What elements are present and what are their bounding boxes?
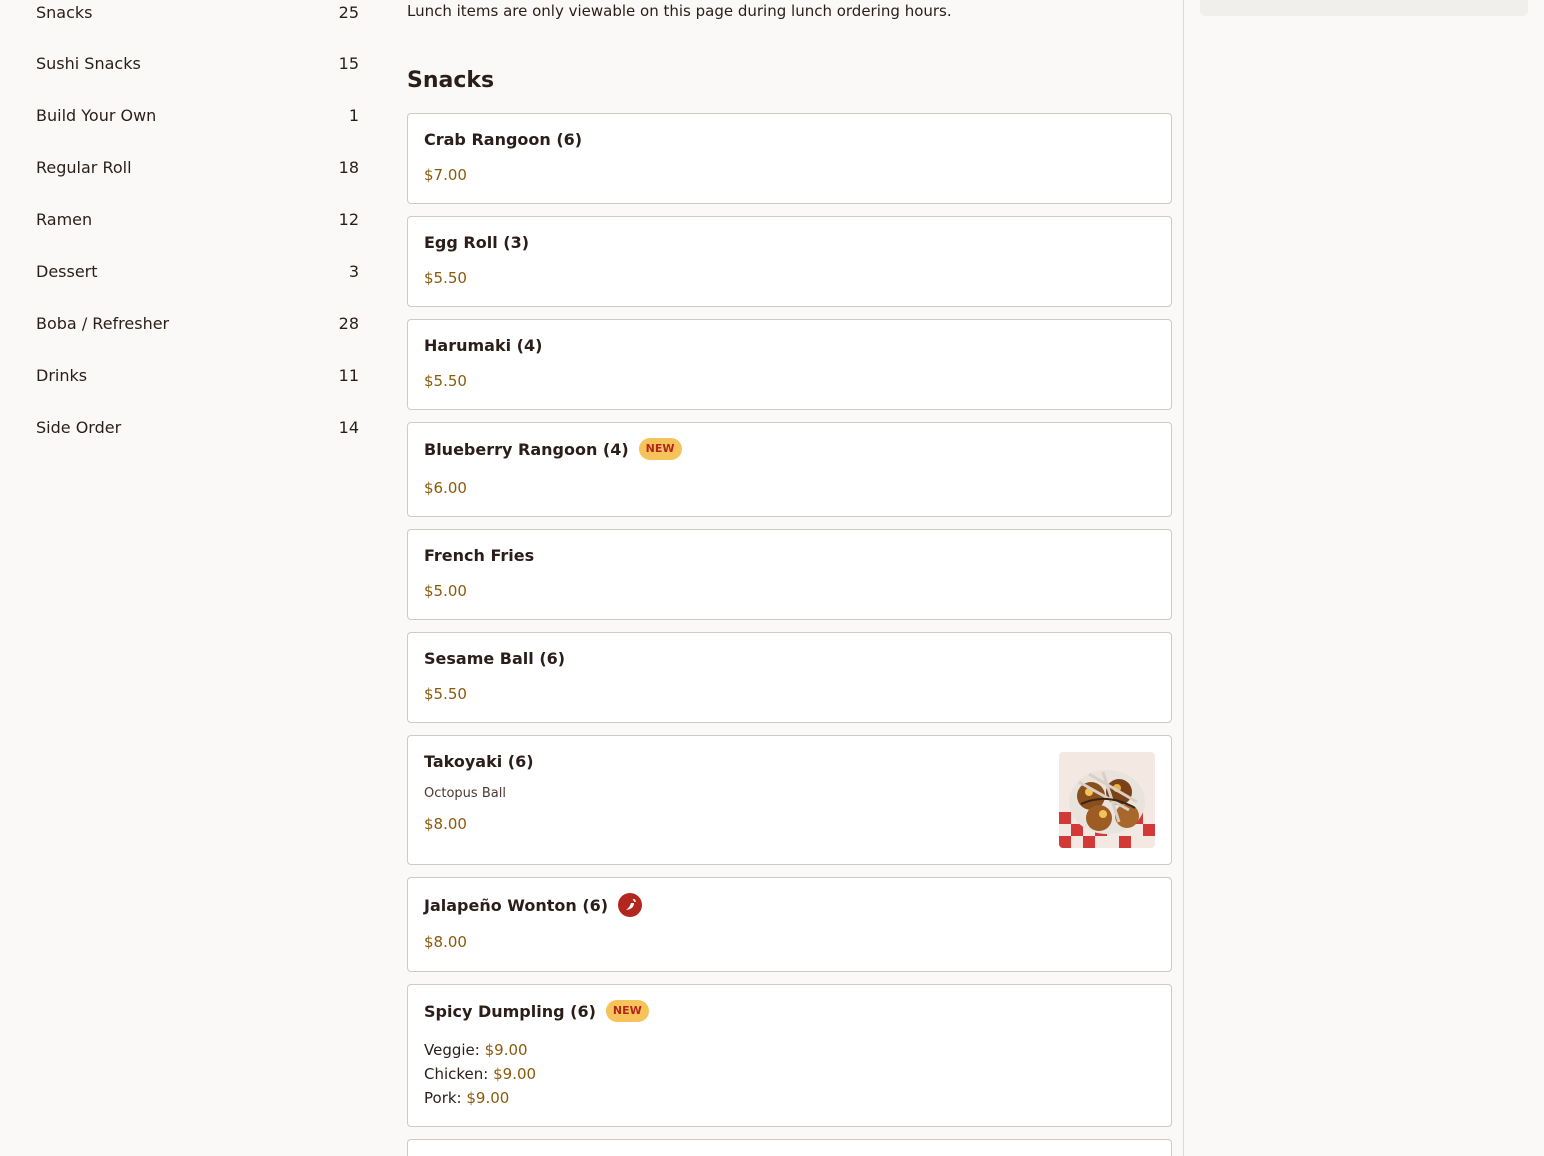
- item-name: French Fries: [424, 546, 535, 565]
- item-price: $5.50: [424, 685, 467, 703]
- menu-item-card[interactable]: Harumaki (4) $5.50: [407, 319, 1172, 410]
- item-price: $5.50: [424, 269, 467, 287]
- sidebar-item-ramen[interactable]: Ramen 12: [36, 207, 359, 231]
- sidebar-item-label: Regular Roll: [36, 157, 132, 177]
- item-price: $5.50: [424, 372, 467, 390]
- item-title-row: Sesame Ball (6): [424, 649, 565, 668]
- option-line: Veggie: $9.00: [424, 1038, 536, 1062]
- item-name: Sesame Ball (6): [424, 649, 566, 668]
- menu-item-card[interactable]: Sesame Ball (6) $5.50: [407, 632, 1172, 723]
- option-label: Chicken:: [424, 1065, 489, 1083]
- sidebar-item-count: 11: [338, 365, 359, 385]
- sidebar-item-label: Sushi Snacks: [36, 53, 141, 73]
- item-title-row: Blueberry Rangoon (4) NEW: [424, 438, 682, 460]
- sidebar-item-snacks[interactable]: Snacks 25: [36, 0, 359, 24]
- item-name: Spicy Dumpling (6): [424, 1001, 596, 1021]
- sidebar-item-label: Drinks: [36, 365, 88, 385]
- sidebar-item-build-your-own[interactable]: Build Your Own 1: [36, 103, 359, 127]
- sidebar-item-count: 12: [338, 209, 359, 229]
- item-title-row: Egg Roll (3): [424, 233, 529, 252]
- item-title-row: Takoyaki (6): [424, 752, 534, 771]
- column-divider: [1183, 0, 1184, 1156]
- item-title-row: Jalapeño Wonton (6): [424, 893, 643, 917]
- menu-item-card[interactable]: Egg Roll (3) $5.50: [407, 216, 1172, 307]
- spicy-pepper-icon: [618, 893, 643, 917]
- sidebar-item-side-order[interactable]: Side Order 14: [36, 415, 359, 439]
- option-line: Chicken: $9.00: [424, 1062, 536, 1086]
- item-description: Octopus Ball: [424, 786, 506, 801]
- menu-item-card[interactable]: French Fries $5.00: [407, 529, 1172, 620]
- section-title: Snacks: [407, 68, 495, 93]
- item-name: Blueberry Rangoon (4): [424, 439, 629, 459]
- item-title-row: Spicy Dumpling (6) NEW: [424, 1000, 649, 1022]
- menu-item-card[interactable]: [407, 1139, 1172, 1156]
- sidebar-item-count: 14: [338, 417, 359, 437]
- option-price: $9.00: [493, 1065, 537, 1083]
- menu-item-card[interactable]: Takoyaki (6) Octopus Ball $8.00: [407, 735, 1172, 865]
- new-badge: NEW: [638, 438, 682, 460]
- lunch-notice: Lunch items are only viewable on this pa…: [407, 2, 952, 20]
- menu-main: Lunch items are only viewable on this pa…: [407, 0, 1172, 1156]
- sidebar-item-label: Build Your Own: [36, 105, 157, 125]
- sidebar-item-count: 28: [338, 313, 359, 333]
- menu-item-card[interactable]: Crab Rangoon (6) $7.00: [407, 113, 1172, 204]
- sidebar-item-label: Ramen: [36, 209, 93, 229]
- item-name: Takoyaki (6): [424, 752, 534, 771]
- menu-item-card[interactable]: Jalapeño Wonton (6) $8.00: [407, 877, 1172, 972]
- sidebar-item-regular-roll[interactable]: Regular Roll 18: [36, 155, 359, 179]
- sidebar-item-count: 18: [338, 157, 359, 177]
- item-price: $5.00: [424, 582, 467, 600]
- item-price: $8.00: [424, 933, 467, 951]
- order-panel: [1200, 0, 1528, 16]
- option-price: $9.00: [484, 1041, 528, 1059]
- sidebar-item-label: Side Order: [36, 417, 122, 437]
- item-name: Jalapeño Wonton (6): [424, 895, 609, 915]
- item-name: Harumaki (4): [424, 336, 543, 355]
- item-name: Egg Roll (3): [424, 233, 530, 252]
- item-options: Veggie: $9.00 Chicken: $9.00 Pork: $9.00: [424, 1038, 536, 1110]
- sidebar-item-drinks[interactable]: Drinks 11: [36, 363, 359, 387]
- item-price: $6.00: [424, 479, 467, 497]
- category-sidebar: Snacks 25 Sushi Snacks 15 Build Your Own…: [0, 0, 395, 1156]
- item-price: $7.00: [424, 166, 467, 184]
- option-label: Veggie:: [424, 1041, 480, 1059]
- option-label: Pork:: [424, 1089, 462, 1107]
- menu-item-card[interactable]: Blueberry Rangoon (4) NEW $6.00: [407, 422, 1172, 517]
- sidebar-item-boba-refresher[interactable]: Boba / Refresher 28: [36, 311, 359, 335]
- sidebar-item-label: Snacks: [36, 2, 93, 22]
- item-title-row: French Fries: [424, 546, 534, 565]
- sidebar-item-count: 25: [338, 2, 359, 22]
- new-badge: NEW: [605, 1000, 649, 1022]
- sidebar-item-count: 1: [348, 105, 359, 125]
- sidebar-item-count: 3: [348, 261, 359, 281]
- item-title-row: Harumaki (4): [424, 336, 542, 355]
- item-title-row: Crab Rangoon (6): [424, 130, 582, 149]
- option-price: $9.00: [466, 1089, 510, 1107]
- option-line: Pork: $9.00: [424, 1086, 536, 1110]
- item-photo: [1059, 752, 1155, 848]
- item-name: Crab Rangoon (6): [424, 130, 583, 149]
- sidebar-item-label: Boba / Refresher: [36, 313, 170, 333]
- sidebar-item-sushi-snacks[interactable]: Sushi Snacks 15: [36, 51, 359, 75]
- menu-item-card[interactable]: Spicy Dumpling (6) NEW Veggie: $9.00 Chi…: [407, 984, 1172, 1127]
- sidebar-item-dessert[interactable]: Dessert 3: [36, 259, 359, 283]
- sidebar-item-count: 15: [338, 53, 359, 73]
- item-price: $8.00: [424, 815, 467, 833]
- sidebar-item-label: Dessert: [36, 261, 98, 281]
